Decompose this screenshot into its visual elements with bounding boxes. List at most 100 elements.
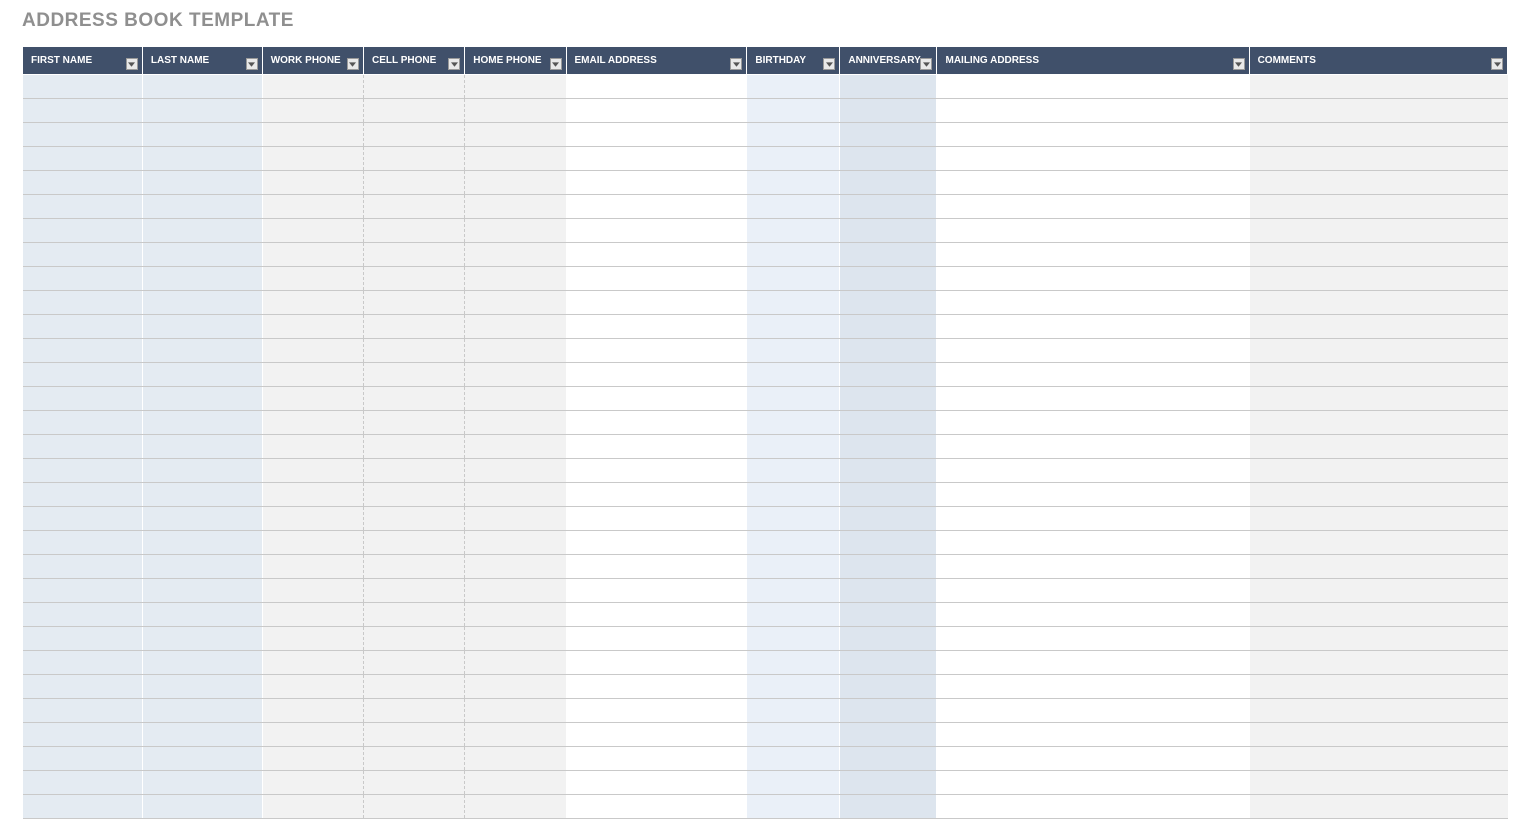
cell-work-phone[interactable]: [262, 507, 363, 531]
cell-home-phone[interactable]: [465, 603, 566, 627]
cell-birthday[interactable]: [747, 651, 840, 675]
cell-mailing-address[interactable]: [937, 243, 1249, 267]
cell-home-phone[interactable]: [465, 75, 566, 99]
cell-last-name[interactable]: [142, 771, 262, 795]
cell-mailing-address[interactable]: [937, 507, 1249, 531]
cell-mailing-address[interactable]: [937, 195, 1249, 219]
cell-first-name[interactable]: [23, 459, 143, 483]
cell-comments[interactable]: [1249, 771, 1507, 795]
cell-anniversary[interactable]: [840, 795, 937, 819]
cell-work-phone[interactable]: [262, 483, 363, 507]
cell-work-phone[interactable]: [262, 123, 363, 147]
cell-work-phone[interactable]: [262, 291, 363, 315]
cell-cell-phone[interactable]: [363, 579, 464, 603]
cell-comments[interactable]: [1249, 171, 1507, 195]
cell-birthday[interactable]: [747, 507, 840, 531]
cell-first-name[interactable]: [23, 339, 143, 363]
cell-comments[interactable]: [1249, 75, 1507, 99]
cell-work-phone[interactable]: [262, 579, 363, 603]
cell-cell-phone[interactable]: [363, 171, 464, 195]
cell-comments[interactable]: [1249, 723, 1507, 747]
cell-last-name[interactable]: [142, 531, 262, 555]
cell-work-phone[interactable]: [262, 339, 363, 363]
cell-mailing-address[interactable]: [937, 579, 1249, 603]
cell-first-name[interactable]: [23, 123, 143, 147]
cell-mailing-address[interactable]: [937, 435, 1249, 459]
cell-anniversary[interactable]: [840, 723, 937, 747]
cell-work-phone[interactable]: [262, 315, 363, 339]
cell-first-name[interactable]: [23, 651, 143, 675]
cell-work-phone[interactable]: [262, 99, 363, 123]
cell-comments[interactable]: [1249, 459, 1507, 483]
cell-birthday[interactable]: [747, 531, 840, 555]
cell-email[interactable]: [566, 483, 747, 507]
cell-anniversary[interactable]: [840, 747, 937, 771]
cell-anniversary[interactable]: [840, 699, 937, 723]
cell-mailing-address[interactable]: [937, 747, 1249, 771]
cell-anniversary[interactable]: [840, 387, 937, 411]
cell-home-phone[interactable]: [465, 531, 566, 555]
cell-first-name[interactable]: [23, 675, 143, 699]
cell-mailing-address[interactable]: [937, 531, 1249, 555]
col-birthday[interactable]: BIRTHDAY: [747, 47, 840, 75]
cell-work-phone[interactable]: [262, 675, 363, 699]
cell-mailing-address[interactable]: [937, 387, 1249, 411]
cell-last-name[interactable]: [142, 387, 262, 411]
cell-last-name[interactable]: [142, 603, 262, 627]
cell-cell-phone[interactable]: [363, 531, 464, 555]
cell-home-phone[interactable]: [465, 795, 566, 819]
cell-comments[interactable]: [1249, 99, 1507, 123]
cell-first-name[interactable]: [23, 387, 143, 411]
cell-first-name[interactable]: [23, 723, 143, 747]
cell-mailing-address[interactable]: [937, 363, 1249, 387]
cell-last-name[interactable]: [142, 435, 262, 459]
cell-email[interactable]: [566, 387, 747, 411]
cell-email[interactable]: [566, 459, 747, 483]
cell-mailing-address[interactable]: [937, 267, 1249, 291]
cell-first-name[interactable]: [23, 411, 143, 435]
col-last-name[interactable]: LAST NAME: [142, 47, 262, 75]
cell-last-name[interactable]: [142, 171, 262, 195]
cell-birthday[interactable]: [747, 723, 840, 747]
cell-email[interactable]: [566, 795, 747, 819]
cell-mailing-address[interactable]: [937, 411, 1249, 435]
cell-work-phone[interactable]: [262, 387, 363, 411]
cell-comments[interactable]: [1249, 651, 1507, 675]
cell-mailing-address[interactable]: [937, 795, 1249, 819]
cell-mailing-address[interactable]: [937, 699, 1249, 723]
cell-home-phone[interactable]: [465, 99, 566, 123]
cell-work-phone[interactable]: [262, 747, 363, 771]
cell-work-phone[interactable]: [262, 795, 363, 819]
cell-first-name[interactable]: [23, 771, 143, 795]
cell-anniversary[interactable]: [840, 147, 937, 171]
cell-anniversary[interactable]: [840, 123, 937, 147]
col-anniversary[interactable]: ANNIVERSARY: [840, 47, 937, 75]
cell-work-phone[interactable]: [262, 195, 363, 219]
cell-home-phone[interactable]: [465, 123, 566, 147]
cell-birthday[interactable]: [747, 339, 840, 363]
cell-email[interactable]: [566, 315, 747, 339]
cell-mailing-address[interactable]: [937, 99, 1249, 123]
cell-email[interactable]: [566, 99, 747, 123]
cell-cell-phone[interactable]: [363, 339, 464, 363]
cell-home-phone[interactable]: [465, 459, 566, 483]
cell-anniversary[interactable]: [840, 75, 937, 99]
cell-comments[interactable]: [1249, 603, 1507, 627]
cell-home-phone[interactable]: [465, 771, 566, 795]
cell-birthday[interactable]: [747, 795, 840, 819]
cell-first-name[interactable]: [23, 315, 143, 339]
cell-anniversary[interactable]: [840, 291, 937, 315]
cell-last-name[interactable]: [142, 99, 262, 123]
cell-email[interactable]: [566, 531, 747, 555]
cell-comments[interactable]: [1249, 291, 1507, 315]
cell-cell-phone[interactable]: [363, 411, 464, 435]
cell-home-phone[interactable]: [465, 579, 566, 603]
cell-email[interactable]: [566, 195, 747, 219]
cell-cell-phone[interactable]: [363, 771, 464, 795]
cell-cell-phone[interactable]: [363, 75, 464, 99]
cell-first-name[interactable]: [23, 507, 143, 531]
cell-email[interactable]: [566, 555, 747, 579]
cell-mailing-address[interactable]: [937, 459, 1249, 483]
cell-first-name[interactable]: [23, 99, 143, 123]
cell-cell-phone[interactable]: [363, 507, 464, 531]
